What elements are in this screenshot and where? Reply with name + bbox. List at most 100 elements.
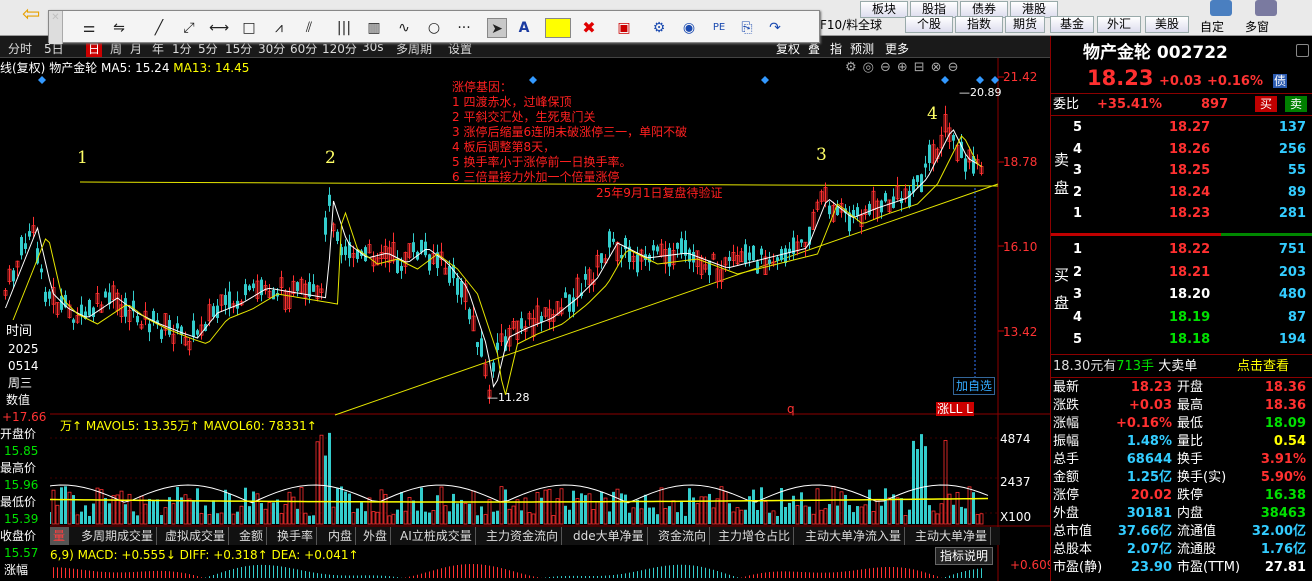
back-arrow-icon[interactable]: ⇦ xyxy=(22,4,44,26)
tab-outer[interactable]: 外盘 xyxy=(360,527,392,545)
tab-main-increase[interactable]: 主力增仓占比 xyxy=(715,527,795,545)
candle-down xyxy=(656,246,659,252)
ray-icon[interactable]: ⇋ xyxy=(109,18,129,38)
candle-down xyxy=(648,254,651,263)
volume-bar xyxy=(811,513,816,525)
channel-icon[interactable]: ⫽ xyxy=(299,18,319,38)
cursor-icon[interactable]: ➤ xyxy=(487,18,507,38)
sell-button[interactable]: 卖 xyxy=(1285,96,1308,112)
pe-icon[interactable]: PE xyxy=(709,18,729,38)
volume-bar xyxy=(263,508,268,525)
tab-inner[interactable]: 内盘 xyxy=(325,527,357,545)
redo-icon[interactable]: ↷ xyxy=(765,18,785,38)
stat-value: 27.81 xyxy=(1264,560,1306,575)
top-tab-futures[interactable]: 期货 xyxy=(1005,16,1045,33)
window-icon[interactable] xyxy=(1255,0,1277,16)
tab-dde[interactable]: dde大单净量 xyxy=(570,527,648,545)
text-tool-icon[interactable]: A xyxy=(514,18,534,38)
lock-icon[interactable]: ▣ xyxy=(614,18,634,38)
horizontal-line-icon[interactable]: ⚌ xyxy=(79,18,99,38)
tab-forecast[interactable]: 预测 xyxy=(850,40,874,57)
bid-price[interactable]: 18.19 xyxy=(1169,310,1210,326)
top-tab-panel[interactable]: 板块 xyxy=(860,1,908,18)
volume-bar xyxy=(371,511,376,525)
ask-price[interactable]: 18.27 xyxy=(1169,120,1210,136)
top-tab-fund[interactable]: 基金 xyxy=(1050,16,1094,33)
bond-badge[interactable]: 债 xyxy=(1273,74,1288,88)
wave-icon[interactable]: ∿ xyxy=(394,18,414,38)
volume-bar xyxy=(216,513,219,524)
bid-volume: 751 xyxy=(1278,242,1306,257)
arc-icon[interactable]: ○ xyxy=(424,18,444,38)
tab-ai-volume[interactable]: AI立桩成交量 xyxy=(397,527,476,545)
tab-volume[interactable]: 量 xyxy=(50,527,70,545)
rectangle-icon[interactable]: □ xyxy=(239,18,259,38)
panel-settings-icon[interactable] xyxy=(1296,44,1309,57)
candle-down xyxy=(480,338,483,357)
fib-icon[interactable]: ▥ xyxy=(364,18,384,38)
tab-indicator[interactable]: 指 xyxy=(830,40,842,57)
settings-gear-icon[interactable]: ⚙ xyxy=(649,18,669,38)
copy-icon[interactable]: ⎘ xyxy=(737,18,757,38)
cycle-lines-icon[interactable]: ||| xyxy=(334,18,354,38)
extend-line-icon[interactable]: ⤢ xyxy=(179,18,199,38)
volume-bar xyxy=(780,488,783,524)
top-tab-us[interactable]: 美股 xyxy=(1145,16,1189,33)
top-tab-fx[interactable]: 外汇 xyxy=(1097,16,1141,33)
bid-price[interactable]: 18.20 xyxy=(1169,287,1210,303)
chart-tools-icons[interactable]: ⚙◎⊖⊕⊟⊗⊖ xyxy=(845,60,964,76)
fan-icon[interactable]: ⩘ xyxy=(269,18,289,38)
top-tab-stock[interactable]: 个股 xyxy=(905,16,953,33)
drawing-toolbar: ✕ ⚌ ⇋ ╱ ⤢ ⟷ □ ⩘ ⫽ ||| ▥ ∿ ○ ··· ➤ A ✖ ▣ … xyxy=(48,10,820,44)
candle-down xyxy=(728,256,731,262)
stat-value: 1.25亿 xyxy=(1126,470,1172,485)
ask-price[interactable]: 18.25 xyxy=(1169,163,1210,179)
custom-icon[interactable] xyxy=(1210,0,1232,16)
candle-down xyxy=(412,242,415,253)
bid-price[interactable]: 18.22 xyxy=(1169,242,1210,258)
custom-button[interactable]: 自定 xyxy=(1200,20,1224,34)
volume-bar xyxy=(856,506,859,524)
more-tools-icon[interactable]: ··· xyxy=(454,18,474,38)
volume-bar xyxy=(163,507,168,525)
top-label-f10[interactable]: F10/料 xyxy=(820,18,858,32)
tab-virtual-volume[interactable]: 虚拟成交量 xyxy=(162,527,230,545)
tab-big-net[interactable]: 主动大单净量 xyxy=(912,527,992,545)
ask-price[interactable]: 18.23 xyxy=(1169,206,1210,222)
color-swatch[interactable] xyxy=(545,18,571,38)
volume-bar xyxy=(207,514,212,525)
view-details-link[interactable]: 点击查看 xyxy=(1237,359,1289,375)
bid-side-label: 买盘 xyxy=(1054,266,1070,312)
add-watchlist-button[interactable]: 加自选 xyxy=(953,377,996,395)
bid-price[interactable]: 18.18 xyxy=(1169,332,1210,348)
multi-window-button[interactable]: 多窗 xyxy=(1245,20,1269,34)
tab-more[interactable]: 更多 xyxy=(885,40,909,57)
volume-bar xyxy=(955,491,960,525)
tab-main-flow[interactable]: 主力资金流向 xyxy=(483,527,563,545)
tab-multi-volume[interactable]: 多周期成交量 xyxy=(78,527,158,545)
ask-price[interactable]: 18.24 xyxy=(1169,185,1210,201)
volume-bar xyxy=(428,512,431,524)
ask-price[interactable]: 18.26 xyxy=(1169,142,1210,158)
macd-axis-label: +0.609 xyxy=(1010,558,1055,572)
volume-bar xyxy=(924,446,927,524)
buy-button[interactable]: 买 xyxy=(1255,96,1278,112)
bid-price[interactable]: 18.21 xyxy=(1169,265,1210,281)
tab-amount[interactable]: 金额 xyxy=(236,527,268,545)
tab-intraday[interactable]: 分时 xyxy=(8,40,32,57)
ask-volume: 137 xyxy=(1278,120,1306,135)
top-label-global[interactable]: 全球 xyxy=(858,18,882,32)
delete-icon[interactable]: ✖ xyxy=(579,18,599,38)
top-tab-index[interactable]: 指数 xyxy=(955,16,1003,33)
indicator-help-button[interactable]: 指标说明 xyxy=(935,547,994,565)
segment-icon[interactable]: ⟷ xyxy=(209,18,229,38)
tab-turnover[interactable]: 换手率 xyxy=(274,527,318,545)
eye-icon[interactable]: ◉ xyxy=(679,18,699,38)
volume-bar xyxy=(75,514,80,525)
candle-down xyxy=(760,248,763,255)
volume-bar xyxy=(728,503,731,524)
line-tool-icon[interactable]: ╱ xyxy=(149,18,169,38)
tab-fund-flow[interactable]: 资金流向 xyxy=(655,527,711,545)
tab-big-inflow[interactable]: 主动大单净流入量 xyxy=(802,527,906,545)
drawbar-close-icon[interactable]: ✕ xyxy=(49,11,63,44)
